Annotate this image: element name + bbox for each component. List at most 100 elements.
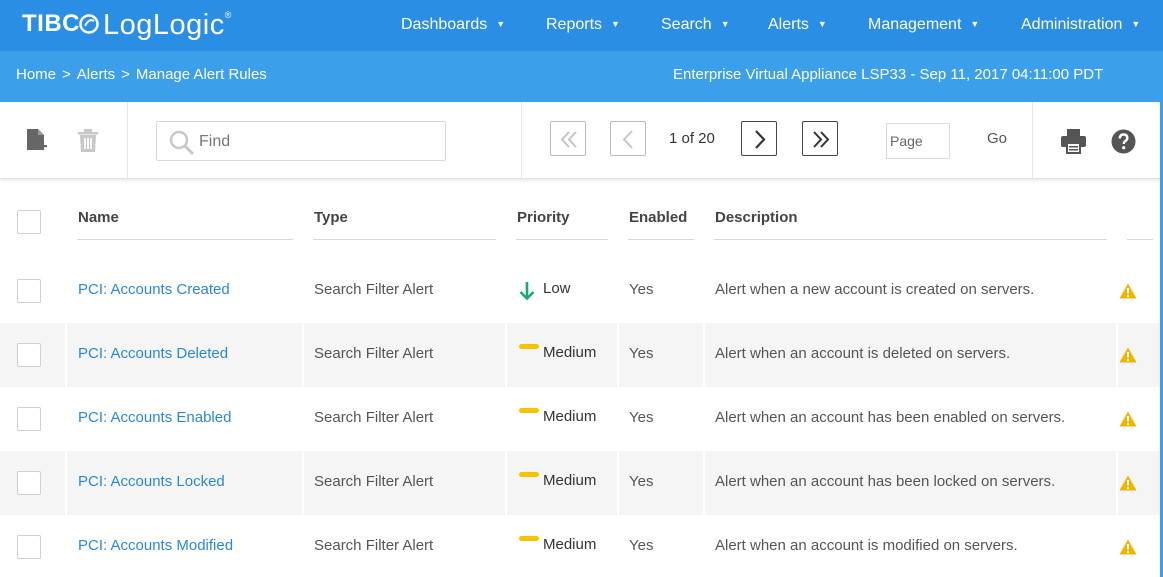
double-chevron-left-icon	[560, 131, 577, 148]
cell-divider	[703, 323, 705, 387]
warning-icon[interactable]	[1119, 283, 1137, 299]
alert-enabled: Yes	[629, 345, 654, 362]
alert-priority: Medium	[543, 472, 597, 489]
top-navbar: TIBC LogLogic® Dashboards ▼ Reports ▼ Searc…	[0, 0, 1163, 51]
caret-down-icon: ▼	[720, 19, 730, 29]
row-checkbox[interactable]	[17, 471, 41, 495]
alert-enabled: Yes	[629, 537, 654, 554]
last-page-button[interactable]	[802, 121, 838, 156]
logo-globe-icon	[79, 14, 99, 34]
print-icon[interactable]	[1060, 128, 1087, 154]
pagination-info: 1 of 20	[669, 130, 715, 147]
alert-name-link[interactable]: PCI: Accounts Deleted	[78, 345, 228, 362]
chevron-right-icon	[755, 130, 766, 149]
row-checkbox[interactable]	[17, 343, 41, 367]
trash-icon[interactable]	[77, 129, 99, 153]
cell-divider	[703, 451, 705, 515]
nav-administration[interactable]: Administration ▼	[1021, 16, 1140, 34]
dash-icon	[519, 408, 539, 413]
breadcrumb: Home > Alerts > Manage Alert Rules	[16, 66, 267, 83]
column-header-description[interactable]: Description	[715, 209, 798, 226]
logo-registered: ®	[224, 10, 232, 20]
select-all-checkbox[interactable]	[17, 210, 41, 234]
nav-reports[interactable]: Reports ▼	[546, 16, 620, 34]
header-underline	[77, 239, 293, 240]
new-document-icon[interactable]	[26, 128, 48, 154]
nav-search[interactable]: Search ▼	[661, 16, 730, 34]
breadcrumb-separator: >	[62, 66, 71, 83]
dash-icon	[519, 472, 539, 477]
search-input[interactable]	[199, 131, 434, 153]
first-page-button[interactable]	[550, 121, 586, 156]
previous-page-button[interactable]	[610, 121, 646, 156]
row-checkbox[interactable]	[17, 279, 41, 303]
go-button[interactable]: Go	[987, 130, 1007, 147]
nav-dashboards[interactable]: Dashboards ▼	[401, 16, 505, 34]
dash-icon	[519, 536, 539, 541]
alert-type: Search Filter Alert	[314, 473, 434, 490]
header-underline	[1127, 239, 1153, 240]
warning-icon[interactable]	[1119, 347, 1137, 363]
header-underline	[714, 239, 1107, 240]
help-icon[interactable]	[1111, 129, 1136, 154]
search-box[interactable]	[156, 121, 446, 161]
alert-type: Search Filter Alert	[314, 537, 434, 554]
alert-description: Alert when an account has been enabled o…	[715, 409, 1066, 426]
toolbar-divider	[521, 102, 522, 179]
table-row[interactable]: PCI: Accounts Modified Search Filter Ale…	[0, 515, 1163, 577]
next-page-button[interactable]	[741, 121, 777, 156]
caret-down-icon: ▼	[970, 19, 980, 29]
header-underline	[516, 239, 608, 240]
breadcrumb-separator: >	[121, 66, 130, 83]
alert-name-link[interactable]: PCI: Accounts Modified	[78, 537, 233, 554]
column-header-name[interactable]: Name	[78, 209, 119, 226]
caret-down-icon: ▼	[611, 19, 620, 29]
column-header-enabled[interactable]: Enabled	[629, 209, 687, 226]
warning-icon[interactable]	[1119, 411, 1137, 427]
toolbar: 1 of 20 Go	[0, 102, 1163, 179]
cell-divider	[617, 451, 619, 515]
alert-priority: Medium	[543, 536, 597, 553]
alert-description: Alert when an account is deleted on serv…	[715, 345, 1011, 362]
table-row[interactable]: PCI: Accounts Created Search Filter Aler…	[0, 259, 1163, 323]
cell-divider	[617, 323, 619, 387]
nav-alerts[interactable]: Alerts ▼	[768, 16, 827, 34]
cell-divider	[505, 323, 507, 387]
alert-description: Alert when an account is modified on ser…	[715, 537, 1018, 554]
cell-divider	[65, 323, 67, 387]
alert-priority: Medium	[543, 344, 597, 361]
alert-type: Search Filter Alert	[314, 281, 434, 298]
caret-down-icon: ▼	[1131, 19, 1141, 29]
table-row[interactable]: PCI: Accounts Enabled Search Filter Aler…	[0, 387, 1163, 451]
row-checkbox[interactable]	[17, 407, 41, 431]
table-row[interactable]: PCI: Accounts Deleted Search Filter Aler…	[0, 323, 1163, 387]
table-row[interactable]: PCI: Accounts Locked Search Filter Alert…	[0, 451, 1163, 515]
dash-icon	[519, 344, 539, 349]
cell-divider	[302, 451, 304, 515]
nav-label: Reports	[546, 16, 603, 33]
alert-name-link[interactable]: PCI: Accounts Locked	[78, 473, 225, 490]
column-header-priority[interactable]: Priority	[517, 209, 570, 226]
breadcrumb-alerts[interactable]: Alerts	[77, 66, 115, 83]
nav-management[interactable]: Management ▼	[868, 16, 979, 34]
page-number-input[interactable]	[886, 123, 950, 159]
warning-icon[interactable]	[1119, 475, 1137, 491]
alert-name-link[interactable]: PCI: Accounts Created	[78, 281, 230, 298]
caret-down-icon: ▼	[817, 19, 827, 29]
alert-name-link[interactable]: PCI: Accounts Enabled	[78, 409, 231, 426]
warning-icon[interactable]	[1119, 539, 1137, 555]
alert-description: Alert when a new account is created on s…	[715, 281, 1035, 298]
toolbar-divider	[127, 102, 128, 179]
app-logo[interactable]: TIBC LogLogic®	[22, 9, 232, 42]
caret-down-icon: ▼	[496, 19, 506, 29]
chevron-left-icon	[622, 130, 633, 149]
alert-enabled: Yes	[629, 473, 654, 490]
breadcrumb-home[interactable]: Home	[16, 66, 56, 83]
row-checkbox[interactable]	[17, 535, 41, 559]
search-icon	[169, 130, 195, 156]
nav-label: Administration	[1021, 16, 1123, 33]
alert-priority: Low	[543, 280, 571, 297]
column-header-type[interactable]: Type	[314, 209, 348, 226]
nav-label: Search	[661, 16, 712, 33]
cell-divider	[302, 323, 304, 387]
